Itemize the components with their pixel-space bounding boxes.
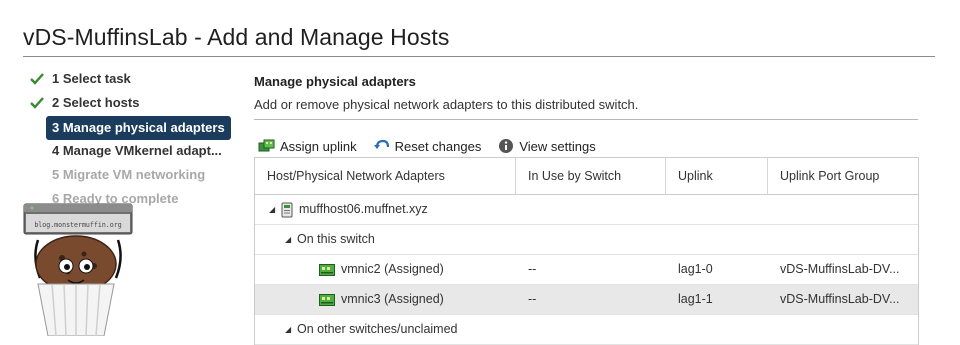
view-settings-label: View settings (519, 138, 596, 154)
section-divider (254, 119, 918, 120)
mascot-banner-text: blog.monstermuffin.org (34, 221, 121, 229)
step-manage-vmkernel-adapters[interactable]: 4 Manage VMkernel adapt... (28, 140, 238, 164)
column-header-uplink[interactable]: Uplink (666, 158, 768, 194)
info-icon (499, 139, 514, 153)
step-label: 1 Select task (52, 71, 131, 86)
section-heading: Manage physical adapters (254, 74, 416, 89)
reset-changes-button[interactable]: Reset changes (373, 138, 482, 154)
reset-changes-label: Reset changes (394, 138, 482, 154)
step-label: 2 Select hosts (52, 95, 140, 110)
collapse-triangle-icon[interactable]: ◢ (285, 315, 297, 344)
adapter-name: vmnic2 (Assigned) (341, 262, 444, 276)
network-adapter-icon (319, 293, 335, 306)
table-row-group-on-switch[interactable]: ◢ On this switch (255, 225, 918, 255)
uplink-port-group: vDS-MuffinsLab-DV... (780, 292, 900, 306)
collapse-triangle-icon[interactable]: ◢ (269, 195, 281, 224)
group-label: On other switches/unclaimed (297, 322, 458, 336)
title-divider (23, 56, 935, 57)
uplink-port-group: vDS-MuffinsLab-DV... (780, 262, 900, 276)
grid-header: Host/Physical Network Adapters In Use by… (255, 158, 918, 195)
uplink-value: lag1-1 (678, 292, 713, 306)
muffin-mascot-logo: blog.monstermuffin.org (23, 203, 133, 336)
adapters-grid: Host/Physical Network Adapters In Use by… (254, 157, 919, 345)
step-label: 5 Migrate VM networking (52, 167, 206, 182)
view-settings-button[interactable]: View settings (497, 138, 596, 154)
step-migrate-vm-networking: 5 Migrate VM networking (28, 164, 238, 188)
assign-uplink-label: Assign uplink (280, 138, 357, 154)
collapse-triangle-icon[interactable]: ◢ (285, 225, 297, 254)
step-select-task[interactable]: 1 Select task (28, 68, 238, 92)
assign-uplink-button[interactable]: Assign uplink (258, 138, 357, 154)
step-manage-physical-adapters[interactable]: 3 Manage physical adapters (28, 116, 238, 140)
undo-icon (373, 139, 389, 149)
column-header-port-group[interactable]: Uplink Port Group (768, 158, 918, 194)
toolbar: Assign uplink Reset changes View setting… (254, 135, 920, 157)
host-name: muffhost06.muffnet.xyz (299, 202, 428, 216)
checkmark-icon (30, 73, 44, 85)
main-panel: Manage physical adapters Add or remove p… (254, 72, 920, 345)
in-use-by-switch: -- (528, 292, 537, 306)
wizard-title: vDS-MuffinsLab - Add and Manage Hosts (23, 24, 450, 50)
group-label: On this switch (297, 232, 375, 246)
column-header-in-use[interactable]: In Use by Switch (516, 158, 666, 194)
table-row-host[interactable]: ◢ muffhost06.muffnet.xyz (255, 195, 918, 225)
wizard-steps: 1 Select task 2 Select hosts 3 Manage ph… (28, 68, 238, 212)
host-icon (281, 202, 293, 217)
network-adapter-icon (319, 263, 335, 276)
step-label: 4 Manage VMkernel adapt... (52, 143, 222, 158)
section-description: Add or remove physical network adapters … (254, 97, 639, 112)
in-use-by-switch: -- (528, 262, 537, 276)
table-row-vmnic2[interactable]: vmnic2 (Assigned) -- lag1-0 vDS-MuffinsL… (255, 255, 918, 285)
checkmark-icon (30, 97, 44, 109)
column-header-adapters[interactable]: Host/Physical Network Adapters (255, 158, 516, 194)
adapter-name: vmnic3 (Assigned) (341, 292, 444, 306)
table-row-vmnic3[interactable]: vmnic3 (Assigned) -- lag1-1 vDS-MuffinsL… (255, 285, 918, 315)
table-row-group-other-switches[interactable]: ◢ On other switches/unclaimed (255, 315, 918, 345)
step-label: 3 Manage physical adapters (46, 116, 231, 140)
assign-uplink-icon (258, 139, 275, 152)
step-select-hosts[interactable]: 2 Select hosts (28, 92, 238, 116)
uplink-value: lag1-0 (678, 262, 713, 276)
